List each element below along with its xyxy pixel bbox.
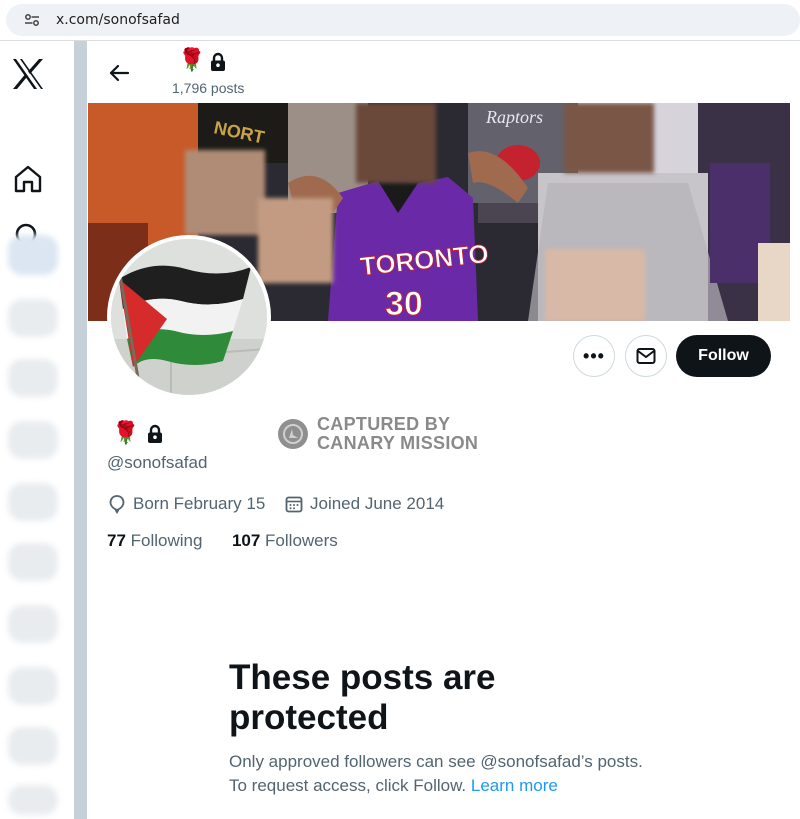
lock-icon <box>148 424 162 443</box>
followers-label: Followers <box>265 531 338 550</box>
home-icon[interactable] <box>12 163 44 195</box>
followers-count: 107 <box>231 531 261 550</box>
url-text: x.com/sonofsafad <box>56 12 180 28</box>
message-button[interactable] <box>625 335 667 377</box>
more-dots-icon: ••• <box>583 345 605 366</box>
following-link[interactable]: 77 Following <box>107 531 202 550</box>
url-field[interactable]: x.com/sonofsafad <box>6 4 800 36</box>
joined-text: Joined June 2014 <box>310 494 445 513</box>
follow-button[interactable]: Follow <box>676 335 771 377</box>
calendar-icon <box>285 496 303 513</box>
x-logo-icon[interactable] <box>10 57 46 91</box>
tune-icon[interactable] <box>24 13 40 27</box>
birthday-text: Born February 15 <box>133 494 266 513</box>
watermark-line-1: CAPTURED BY <box>317 414 451 434</box>
birthday-item: Born February 15 <box>108 494 265 514</box>
following-label: Following <box>130 531 203 550</box>
banner-sign-text: Raptors <box>485 107 543 127</box>
left-navigation <box>0 41 74 819</box>
lock-icon <box>211 52 225 71</box>
arrow-left-icon[interactable] <box>108 62 130 84</box>
posts-count: 1,796 posts <box>172 80 245 96</box>
blurred-nav-items <box>4 229 62 819</box>
sidebar-divider-strip <box>74 41 87 819</box>
followers-link[interactable]: 107 Followers <box>232 531 338 550</box>
rose-emoji: 🌹 <box>112 420 140 445</box>
joined-item: Joined June 2014 <box>285 494 444 514</box>
protected-description: Only approved followers can see @sonofsa… <box>229 750 649 798</box>
profile-header: 🌹 1,796 posts <box>88 41 800 103</box>
learn-more-link[interactable]: Learn more <box>471 776 558 795</box>
envelope-icon <box>636 348 656 364</box>
protected-description-text: Only approved followers can see @sonofsa… <box>229 752 643 795</box>
protected-title: These posts are protected <box>229 658 496 737</box>
follow-stats: 77 Following 107 Followers <box>107 531 338 551</box>
canary-logo-icon <box>278 419 308 449</box>
profile-handle: @sonofsafad <box>107 453 208 472</box>
watermark-line-2: CANARY MISSION <box>317 433 479 453</box>
following-count: 77 <box>107 531 126 550</box>
rose-emoji: 🌹 <box>178 47 206 72</box>
browser-address-bar: x.com/sonofsafad <box>0 0 800 40</box>
balloon-icon <box>109 495 125 514</box>
jersey-number-text: 30 <box>385 285 423 321</box>
profile-avatar[interactable] <box>107 235 271 399</box>
more-options-button[interactable]: ••• <box>573 335 615 377</box>
canary-mission-watermark: CAPTURED BY CANARY MISSION <box>278 415 488 455</box>
